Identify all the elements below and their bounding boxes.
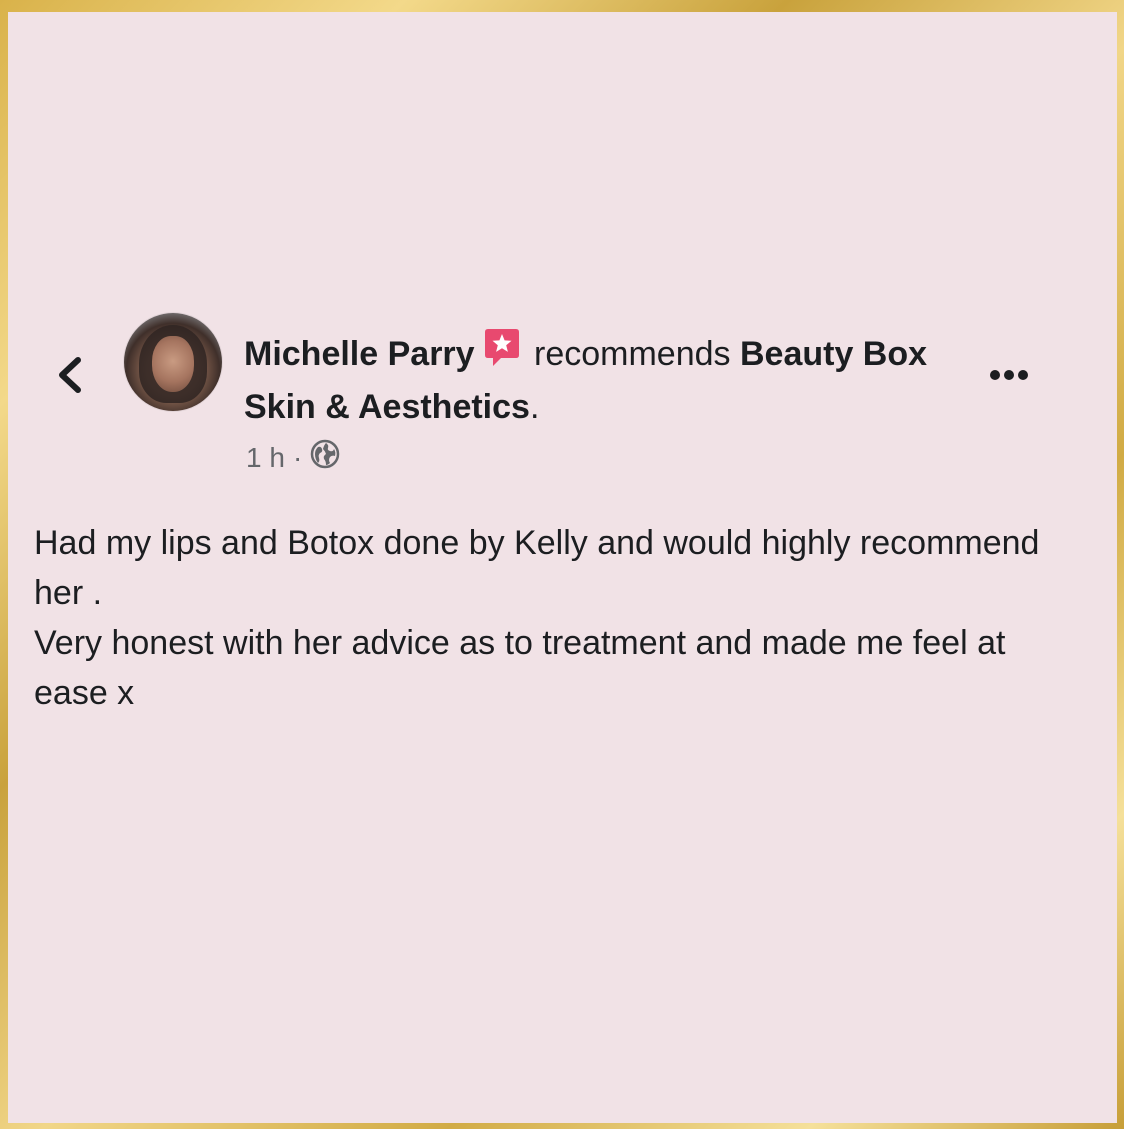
post-body: Had my lips and Botox done by Kelly and …: [34, 518, 1074, 718]
post-body-line: Had my lips and Botox done by Kelly and …: [34, 524, 1040, 612]
more-options-button[interactable]: [985, 360, 1033, 390]
post-meta: 1 h ·: [246, 439, 340, 476]
post-body-line: Very honest with her advice as to treatm…: [34, 624, 1006, 712]
meta-separator: ·: [292, 441, 303, 473]
page-name-suffix: .: [529, 388, 540, 426]
post-header: Michelle Parry recommends Beauty Box Ski…: [244, 327, 964, 432]
gold-frame: Michelle Parry recommends Beauty Box Ski…: [0, 0, 1124, 1129]
author-name[interactable]: Michelle Parry: [244, 335, 475, 373]
chevron-left-icon: [59, 357, 81, 393]
recommends-text: recommends: [534, 335, 731, 373]
back-button[interactable]: [50, 352, 90, 398]
recommend-star-icon: [481, 327, 523, 383]
post-time[interactable]: 1 h: [246, 442, 285, 474]
avatar[interactable]: [124, 313, 222, 411]
more-dots-icon: [990, 370, 1028, 380]
globe-icon: [310, 439, 340, 476]
